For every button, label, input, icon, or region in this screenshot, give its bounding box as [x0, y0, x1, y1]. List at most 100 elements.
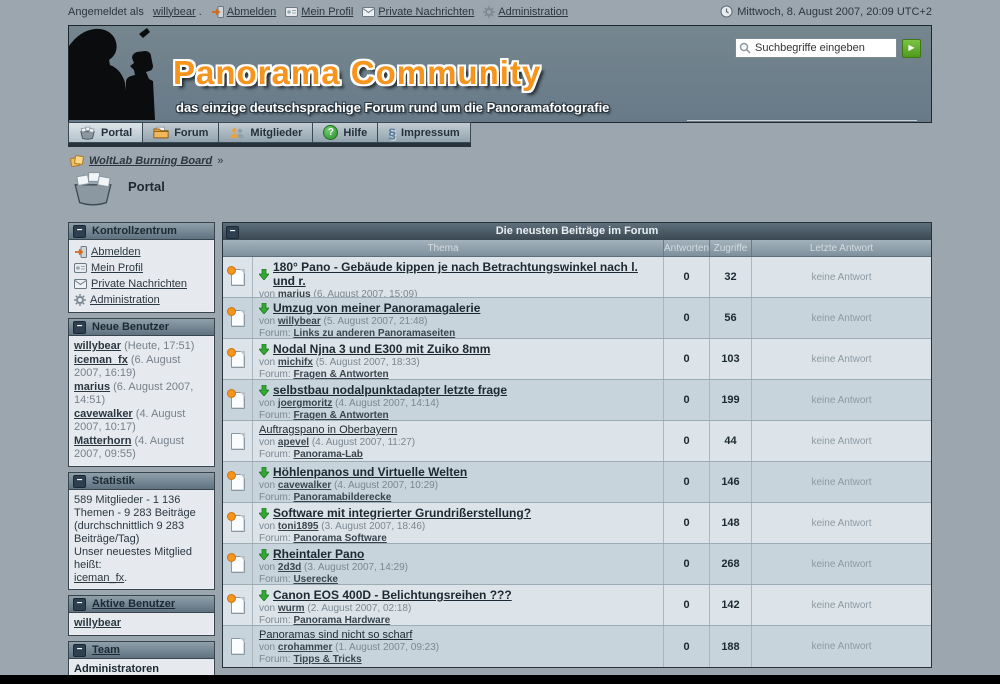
sidebar-item-abmelden[interactable]: Abmelden	[91, 246, 141, 259]
active-user-link[interactable]: willybear	[74, 617, 121, 629]
profile-icon	[74, 262, 87, 274]
table-row: Software mit integrierter Grundrißerstel…	[223, 503, 931, 544]
minimize-button[interactable]: −	[73, 321, 86, 334]
replies-count: 0	[663, 339, 709, 379]
author-link[interactable]: michifx	[278, 357, 313, 368]
author-link[interactable]: cavewalker	[278, 480, 331, 491]
user-link[interactable]: cavewalker	[74, 408, 133, 420]
author-link[interactable]: crohammer	[278, 642, 332, 653]
table-row: Auftragspano in Oberbayern von apevel (4…	[223, 421, 931, 462]
tab-forum[interactable]: Forum	[143, 122, 219, 143]
forum-link[interactable]: Fragen & Antworten	[293, 410, 388, 420]
views-count: 199	[709, 380, 751, 420]
replies-count: 0	[663, 380, 709, 420]
new-user-entry: cavewalker (4. August 2007, 10:17)	[74, 408, 209, 434]
topic-link[interactable]: Umzug von meiner Panoramagalerie	[273, 301, 480, 315]
new-post-arrow-icon	[259, 303, 269, 314]
forum-link[interactable]: Fragen & Antworten	[293, 369, 388, 379]
logged-in-prefix: Angemeldet als	[68, 6, 144, 18]
page-icon	[231, 638, 245, 655]
minimize-button[interactable]: −	[73, 475, 86, 488]
breadcrumb-root-link[interactable]: WoltLab Burning Board	[89, 155, 212, 167]
last-reply: keine Antwort	[751, 298, 931, 338]
unread-dot	[227, 512, 236, 521]
forum-link[interactable]: Panorama-Lab	[293, 449, 362, 460]
mail-icon	[74, 279, 87, 289]
replies-count: 0	[663, 257, 709, 297]
author-link[interactable]: joergmoritz	[278, 398, 332, 409]
logged-in-suffix: .	[199, 6, 202, 18]
unread-dot	[227, 266, 236, 275]
replies-count: 0	[663, 503, 709, 543]
search-input[interactable]	[735, 38, 897, 58]
replies-count: 0	[663, 585, 709, 625]
username-link[interactable]: willybear	[153, 6, 196, 18]
topic-link[interactable]: Auftragspano in Oberbayern	[259, 424, 397, 436]
views-count: 56	[709, 298, 751, 338]
minimize-button[interactable]: −	[73, 225, 86, 238]
forum-link[interactable]: Panorama Software	[293, 533, 386, 543]
panel-title: Die neusten Beiträge im Forum	[496, 225, 659, 237]
minimize-button[interactable]: −	[73, 644, 86, 657]
forum-link[interactable]: Panorama Hardware	[293, 615, 390, 625]
user-link[interactable]: willybear	[74, 340, 121, 352]
box-kontrollzentrum: − Kontrollzentrum Abmelden Mein Profil P…	[68, 222, 215, 313]
tab-hilfe[interactable]: ? Hilfe	[313, 122, 378, 143]
topbar-link-private-nachrichten[interactable]: Private Nachrichten	[378, 6, 474, 18]
page: Angemeldet als willybear. Abmelden Mein …	[0, 0, 1000, 684]
views-count: 44	[709, 421, 751, 461]
user-link[interactable]: marius	[74, 381, 110, 393]
minimize-button[interactable]: −	[73, 598, 86, 611]
topic-link[interactable]: Höhlenpanos und Virtuelle Welten	[273, 465, 467, 479]
forum-link[interactable]: Userecke	[293, 574, 337, 584]
tab-portal[interactable]: Portal	[68, 122, 143, 143]
search-go-button[interactable]: ▶	[902, 39, 921, 58]
author-link[interactable]: toni1895	[278, 521, 319, 532]
topbar-link-administration[interactable]: Administration	[498, 6, 568, 18]
minimize-button[interactable]: −	[226, 226, 239, 239]
new-post-arrow-icon	[259, 385, 269, 396]
table-row: Höhlenpanos und Virtuelle Welten von cav…	[223, 462, 931, 503]
views-count: 188	[709, 626, 751, 667]
tab-label: Hilfe	[343, 127, 367, 139]
author-link[interactable]: 2d3d	[278, 562, 301, 573]
box-title-link[interactable]: Team	[92, 644, 120, 656]
user-link[interactable]: Matterhorn	[74, 435, 131, 447]
sidebar: − Kontrollzentrum Abmelden Mein Profil P…	[68, 222, 215, 684]
unread-dot	[227, 389, 236, 398]
forum-link[interactable]: Links zu anderen Panoramaseiten	[293, 328, 455, 338]
forum-link[interactable]: Panoramabilderecke	[293, 492, 391, 502]
topic-link[interactable]: Rheintaler Pano	[273, 547, 364, 561]
author-link[interactable]: wurm	[278, 603, 305, 614]
unread-dot	[227, 348, 236, 357]
box-title-link[interactable]: Aktive Benutzer	[92, 598, 175, 610]
newest-member-link[interactable]: iceman_fx	[74, 572, 124, 584]
user-link[interactable]: iceman_fx	[74, 354, 128, 366]
sidebar-item-mein-profil[interactable]: Mein Profil	[91, 262, 143, 275]
tab-label: Portal	[101, 127, 132, 139]
table-row: Canon EOS 400D - Belichtungsreihen ??? v…	[223, 585, 931, 626]
author-link[interactable]: apevel	[278, 437, 309, 448]
topic-link[interactable]: Canon EOS 400D - Belichtungsreihen ???	[273, 588, 512, 602]
author-link[interactable]: marius	[278, 289, 311, 297]
logout-icon	[211, 6, 224, 18]
tab-mitglieder[interactable]: Mitglieder	[219, 122, 313, 143]
views-count: 268	[709, 544, 751, 584]
sidebar-item-administration[interactable]: Administration	[90, 294, 160, 307]
sidebar-item-private-nachrichten[interactable]: Private Nachrichten	[91, 278, 187, 291]
topbar-link-abmelden[interactable]: Abmelden	[227, 6, 277, 18]
author-link[interactable]: willybear	[278, 316, 321, 327]
topic-link[interactable]: Software mit integrierter Grundrißerstel…	[273, 506, 531, 520]
column-antworten: Antworten	[663, 240, 709, 256]
topbar-link-mein-profil[interactable]: Mein Profil	[301, 6, 353, 18]
last-reply: keine Antwort	[751, 421, 931, 461]
gear-icon	[74, 294, 86, 306]
topic-link[interactable]: 180° Pano - Gebäude kippen je nach Betra…	[273, 260, 657, 288]
topic-status-icon	[223, 544, 253, 584]
topic-link[interactable]: selbstbau nodalpunktadapter letzte frage	[273, 383, 507, 397]
topic-link[interactable]: Panoramas sind nicht so scharf	[259, 629, 412, 641]
forum-link[interactable]: Tipps & Tricks	[293, 654, 361, 665]
tab-impressum[interactable]: § Impressum	[378, 122, 471, 143]
topic-link[interactable]: Nodal Njna 3 und E300 mit Zuiko 8mm	[273, 342, 490, 356]
last-reply: keine Antwort	[751, 380, 931, 420]
